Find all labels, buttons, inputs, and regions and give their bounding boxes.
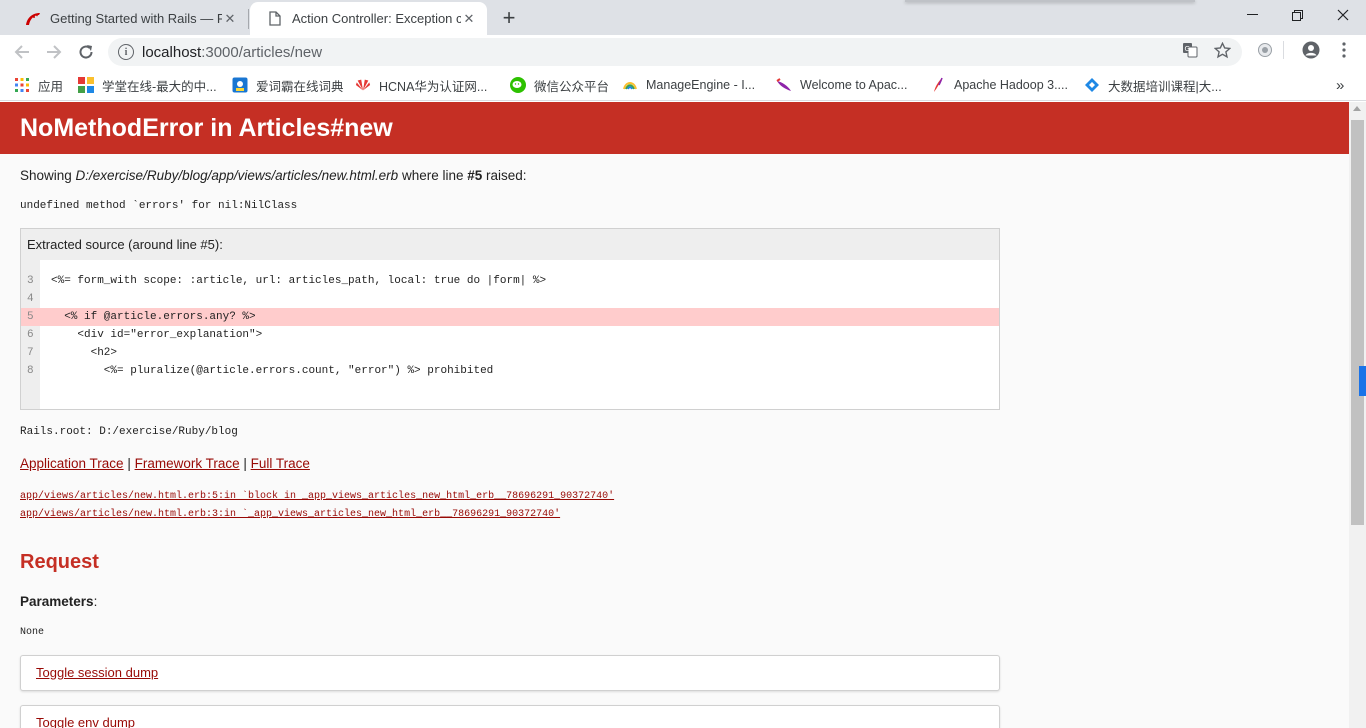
bookmarks-bar: 应用 学堂在线-最大的中... 爱词霸在线词典 HCNA华为认证网... 微信公… (0, 69, 1366, 101)
bookmark-label: 微信公众平台 (534, 79, 610, 94)
bookmark-bigdata[interactable]: 大数据培训课程|大... (1084, 75, 1222, 95)
env-dump-panel: Toggle env dump (20, 705, 1000, 728)
source-line: 8 <%= pluralize(@article.errors.count, "… (27, 365, 494, 377)
page-viewport: NoMethodError in Articles#new Showing D:… (0, 102, 1349, 728)
trace-entry[interactable]: app/views/articles/new.html.erb:5:in `bl… (20, 491, 614, 502)
bookmark-star-icon[interactable] (1213, 41, 1231, 59)
extension-icon[interactable] (1256, 41, 1274, 59)
apps-grid-icon (14, 77, 30, 93)
vertical-scrollbar[interactable] (1349, 102, 1366, 728)
source-line: 4 (27, 293, 34, 305)
tab-title: Action Controller: Exception caught (292, 11, 461, 26)
tab-title: Getting Started with Rails — Ruby on Rai… (50, 11, 222, 26)
trace-links: Application Trace | Framework Trace | Fu… (20, 456, 310, 471)
popup-edge (905, 0, 1195, 2)
error-message: undefined method `errors' for nil:NilCla… (20, 200, 298, 212)
full-trace-link[interactable]: Full Trace (251, 456, 310, 471)
scroll-thumb[interactable] (1351, 120, 1364, 525)
bookmark-wechat[interactable]: 微信公众平台 (510, 75, 609, 95)
source-header: Extracted source (around line #5): (27, 237, 223, 252)
reload-icon[interactable] (73, 39, 99, 65)
parameters-label: Parameters: (20, 594, 98, 609)
tab-rails-guides[interactable]: Getting Started with Rails — Ruby on Rai… (8, 2, 248, 35)
menu-dots-icon[interactable] (1335, 41, 1353, 59)
bookmark-label: Apache Hadoop 3.... (954, 78, 1068, 92)
new-tab-icon[interactable]: + (497, 5, 521, 30)
error-title: NoMethodError in Articles#new (20, 114, 393, 142)
bookmark-label: 学堂在线-最大的中... (102, 79, 217, 94)
bookmark-label: ManageEngine - I... (646, 78, 756, 92)
tab-exception[interactable]: Action Controller: Exception caught ✕ (250, 2, 487, 35)
showing-line: Showing D:/exercise/Ruby/blog/app/views/… (20, 168, 527, 183)
extracted-source: Extracted source (around line #5): 3 <%= … (20, 228, 1000, 410)
bookmark-hcna[interactable]: HCNA华为认证网... (355, 75, 487, 95)
document-icon (266, 11, 284, 27)
huawei-icon (355, 77, 371, 93)
bookmark-xuetang[interactable]: 学堂在线-最大的中... (78, 75, 217, 95)
bookmark-apache[interactable]: Welcome to Apac... (776, 75, 907, 95)
apache-feather-icon (930, 77, 946, 93)
manageengine-icon (622, 77, 638, 93)
bookmark-hadoop[interactable]: Apache Hadoop 3.... (930, 75, 1068, 95)
back-arrow-icon[interactable] (9, 39, 35, 65)
line-ref: #5 (467, 168, 483, 183)
translate-icon[interactable]: G (1181, 41, 1199, 59)
session-dump-panel: Toggle session dump (20, 655, 1000, 691)
bookmark-label: Welcome to Apac... (800, 78, 908, 92)
scroll-up-arrow-icon[interactable] (1353, 106, 1361, 111)
tab-strip: Getting Started with Rails — Ruby on Rai… (0, 0, 1366, 35)
close-window-icon[interactable] (1320, 0, 1366, 30)
source-line: 6 <div id="error_explanation"> (27, 329, 263, 341)
scroll-marker (1359, 366, 1366, 396)
forward-arrow-icon[interactable] (41, 39, 67, 65)
bookmark-label: HCNA华为认证网... (379, 79, 488, 94)
source-line: 7 <h2> (27, 347, 118, 359)
toggle-session-dump-link[interactable]: Toggle session dump (36, 665, 158, 680)
source-line: 3 <%= form_with scope: :article, url: art… (27, 275, 547, 287)
bookmark-label: 爱词霸在线词典 (256, 79, 344, 94)
rails-logo-icon (24, 11, 42, 27)
close-tab-icon[interactable]: ✕ (461, 11, 477, 27)
application-trace-link[interactable]: Application Trace (20, 456, 124, 471)
trace-entry[interactable]: app/views/articles/new.html.erb:3:in `_a… (20, 509, 560, 520)
restore-icon[interactable] (1274, 0, 1320, 30)
parameters-value: None (20, 627, 45, 638)
request-heading: Request (20, 551, 99, 573)
browser-toolbar: i localhost:3000/articles/new G (0, 35, 1366, 69)
address-url: localhost:3000/articles/new (142, 43, 323, 61)
framework-trace-link[interactable]: Framework Trace (135, 456, 240, 471)
toggle-env-dump-link[interactable]: Toggle env dump (36, 715, 135, 728)
bookmark-manageengine[interactable]: ManageEngine - I... (622, 75, 755, 95)
xuetang-icon (78, 77, 94, 93)
source-line-highlighted: 5 <% if @article.errors.any? %> (21, 308, 999, 326)
toolbar-separator (1283, 41, 1284, 59)
error-header: NoMethodError in Articles#new (0, 102, 1349, 154)
bookmark-label: 应用 (38, 79, 64, 94)
svg-text:G: G (1185, 45, 1190, 53)
close-tab-icon[interactable]: ✕ (222, 11, 238, 27)
profile-avatar-icon[interactable] (1302, 41, 1320, 59)
iciba-icon (232, 77, 248, 93)
template-path: D:/exercise/Ruby/blog/app/views/articles… (75, 168, 399, 183)
tab-divider (248, 9, 249, 29)
address-bar[interactable]: i localhost:3000/articles/new (108, 38, 1242, 66)
bigdata-icon (1084, 77, 1100, 93)
trace-list: app/views/articles/new.html.erb:5:in `bl… (20, 488, 614, 524)
bookmarks-overflow-icon[interactable]: » (1336, 75, 1344, 95)
bookmark-iciba[interactable]: 爱词霸在线词典 (232, 75, 344, 95)
bookmark-apps[interactable]: 应用 (14, 75, 63, 95)
site-info-icon[interactable]: i (118, 44, 134, 60)
bookmark-label: 大数据培训课程|大... (1108, 79, 1222, 94)
source-body: 3 <%= form_with scope: :article, url: art… (21, 260, 999, 409)
apache-feather-icon (776, 77, 792, 93)
wechat-icon (510, 77, 526, 93)
minimize-icon[interactable] (1229, 0, 1275, 30)
rails-root: Rails.root: D:/exercise/Ruby/blog (20, 426, 238, 438)
